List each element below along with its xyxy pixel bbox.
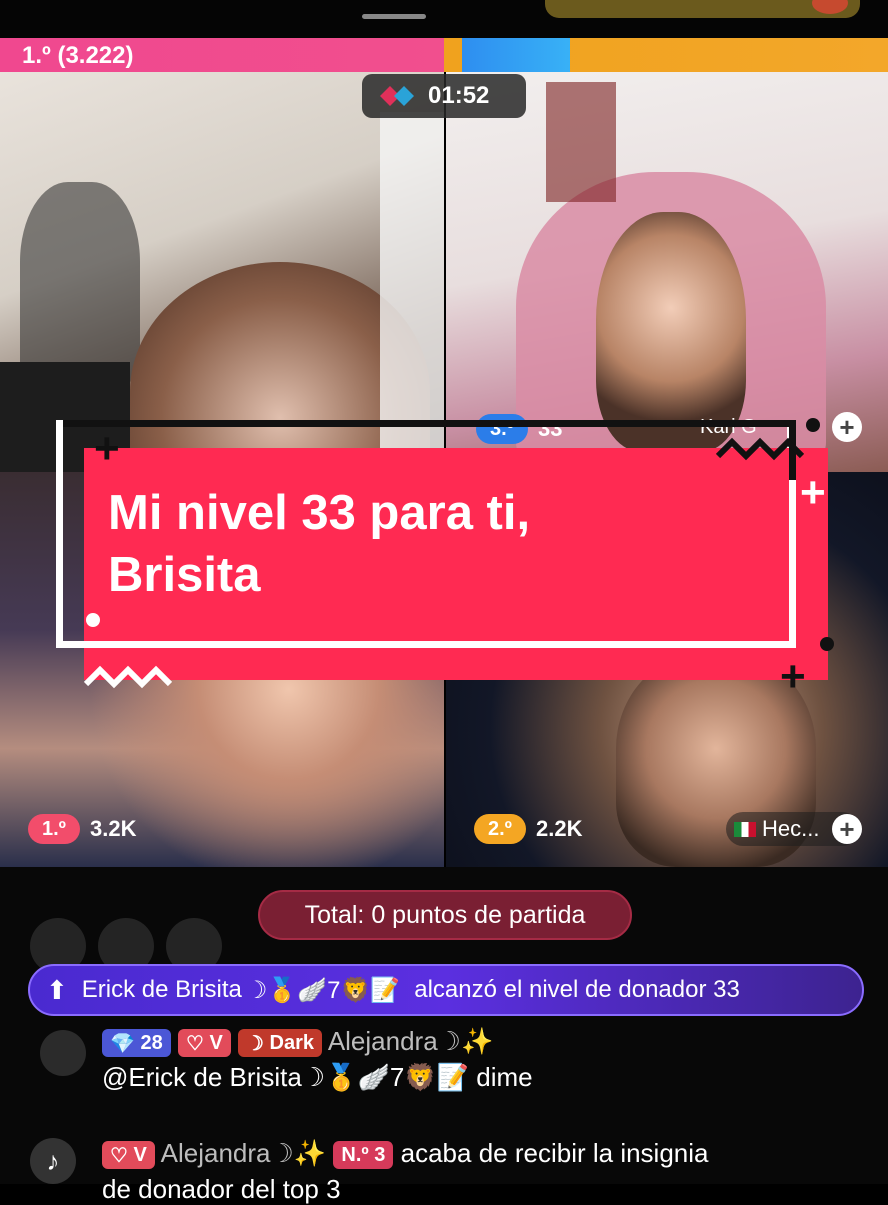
zigzag-icon xyxy=(84,665,172,689)
top-badge-text: N.º 3 xyxy=(341,1143,386,1166)
rank-score: 2.2K xyxy=(535,816,583,841)
dot-sparkle-icon xyxy=(806,418,820,432)
chat-username[interactable]: Alejandra☽✨ xyxy=(328,1026,494,1056)
chat-message-text: acaba de recibir la insignia xyxy=(400,1138,709,1168)
chat-message-header: 💎 28 ♡ V ☽ Dark Alejandra☽✨ xyxy=(102,1026,494,1058)
subscriber-badge-text: V xyxy=(133,1143,147,1166)
rank-chip-bottom-right: 2.º 2.2K xyxy=(474,814,582,844)
follow-plus-icon[interactable]: + xyxy=(832,412,862,442)
mexico-flag-icon xyxy=(734,821,756,837)
tiktok-logo-icon[interactable]: ♪ xyxy=(30,1138,76,1184)
dot-sparkle-icon xyxy=(86,613,100,627)
caption-frame-right xyxy=(789,480,796,648)
video-panel-top-right[interactable] xyxy=(446,72,888,472)
battle-score-bar-blue xyxy=(462,38,570,72)
donor-level-banner: ⬆ Erick de Brisita ☽🥇🪽7🦁📝 alcanzó el niv… xyxy=(28,964,864,1016)
battle-timer: 01:52 xyxy=(362,74,526,118)
follow-plus-icon[interactable]: + xyxy=(832,814,862,844)
plus-sparkle-icon: + xyxy=(800,468,826,517)
donor-message: alcanzó el nivel de donador 33 xyxy=(414,976,740,1003)
rank-number: 1.º xyxy=(28,814,80,844)
caption-text: Mi nivel 33 para ti, Brisita xyxy=(108,482,788,606)
caption-frame-bottom xyxy=(56,641,796,648)
chat-message-header: ♡ V Alejandra☽✨ N.º 3 acaba de recibir l… xyxy=(102,1138,709,1170)
versus-icon xyxy=(380,86,414,106)
rank-chip-bottom-left: 1.º 3.2K xyxy=(28,814,136,844)
dot-sparkle-icon xyxy=(820,637,834,651)
heart-icon: ♡ V xyxy=(102,1141,155,1170)
diamond-icon: 💎 28 xyxy=(102,1029,171,1058)
chat-avatar[interactable] xyxy=(40,1030,86,1076)
donor-emojis: ☽🥇🪽7🦁📝 xyxy=(245,976,401,1004)
level-up-arrow-icon: ⬆ xyxy=(46,974,68,1005)
donor-name: Erick de Brisita xyxy=(81,976,242,1003)
level-badge-text: 28 xyxy=(140,1031,163,1054)
caption-line-1: Mi nivel 33 para ti, xyxy=(108,486,531,540)
plus-sparkle-icon: + xyxy=(94,424,120,473)
caption-frame-top xyxy=(56,420,796,427)
rank-number: 2.º xyxy=(474,814,526,844)
timer-text: 01:52 xyxy=(428,82,490,109)
zigzag-icon xyxy=(716,437,804,461)
chat-message-text-cont: de donador del top 3 xyxy=(102,1174,341,1204)
shelf-items xyxy=(546,82,616,202)
chat-username[interactable]: Alejandra☽✨ xyxy=(161,1138,327,1168)
video-panel-top-left[interactable] xyxy=(0,72,444,472)
fan-club-badge-text: Dark xyxy=(269,1031,315,1054)
plus-sparkle-icon: + xyxy=(780,652,806,701)
grab-handle xyxy=(362,14,426,19)
heart-icon: ♡ V xyxy=(177,1029,231,1058)
total-points-pill: Total: 0 puntos de partida xyxy=(258,890,632,940)
chat-message-text: @Erick de Brisita☽🥇🪽7🦁📝 dime xyxy=(102,1062,533,1092)
caption-frame-left xyxy=(56,420,63,648)
subscriber-badge-text: V xyxy=(209,1031,223,1054)
score-leader-label: 1.º (3.222) xyxy=(22,42,134,69)
streamer-name: Hec... xyxy=(762,816,820,841)
medal-icon: N.º 3 xyxy=(333,1141,394,1170)
poster-art xyxy=(20,182,140,382)
rank-score: 3.2K xyxy=(89,816,137,841)
caption-line-2: Brisita xyxy=(108,548,261,602)
moon-icon: ☽ Dark xyxy=(238,1029,323,1058)
door xyxy=(380,112,444,472)
